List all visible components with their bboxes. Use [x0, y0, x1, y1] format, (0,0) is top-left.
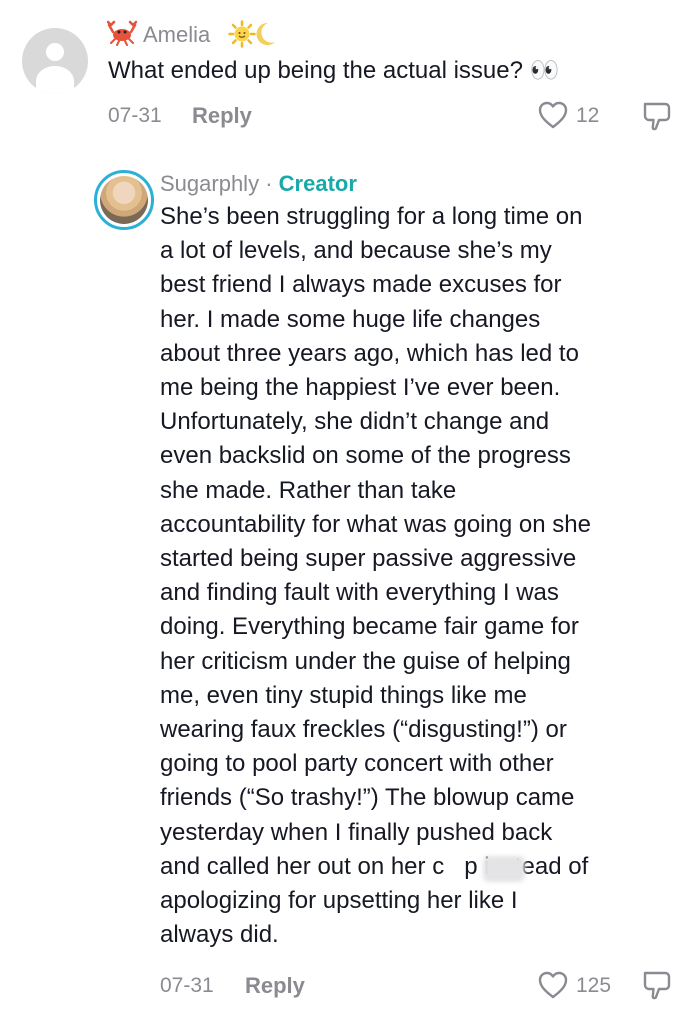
dislike-icon[interactable]: [641, 968, 673, 1002]
avatar-body-shape: [36, 66, 74, 94]
comment-username[interactable]: Amelia: [143, 22, 210, 48]
heart-icon[interactable]: [537, 970, 569, 1000]
reply-button[interactable]: Reply: [245, 973, 305, 999]
reply-text-line: always did.: [160, 921, 279, 949]
reply-text-line: started being super passive aggressive: [160, 545, 577, 573]
creator-badge: Creator: [278, 171, 357, 196]
reply-text-line: Unfortunately, she didn’t change and: [160, 408, 550, 436]
dislike-icon[interactable]: [641, 99, 673, 133]
censor-blur: [483, 856, 525, 882]
reply-text-line: me being the happiest I’ve ever been.: [160, 374, 561, 402]
reply-text-line: going to pool party concert with other: [160, 750, 554, 778]
reply-text-line: me, even tiny stupid things like me: [160, 681, 527, 709]
avatar[interactable]: [22, 28, 88, 94]
avatar-head-shape: [46, 43, 64, 61]
reply-text-line: her. I made some huge life changes: [160, 305, 541, 333]
sun-icon: [228, 20, 256, 48]
reply-text-line: She’s been struggling for a long time on: [160, 203, 583, 230]
creator-avatar[interactable]: [94, 170, 154, 230]
reply-username-line: Sugarphly · Creator: [160, 171, 357, 197]
reply-text-line: and finding fault with everything I was: [160, 579, 559, 607]
reply-text-line: about three years ago, which has led to: [160, 339, 579, 367]
reply-text-line: yesterday when I finally pushed back: [160, 818, 553, 846]
reply-button[interactable]: Reply: [192, 103, 252, 129]
reply-text-line: friends (“So trashy!”) The blowup came: [160, 784, 575, 812]
reply-text-line: even backslid on some of the progress: [160, 442, 571, 470]
reply-text-line: and called her out on her c p instead of: [160, 852, 589, 880]
reply-text-line: wearing faux freckles (“disgusting!”) or: [160, 716, 567, 744]
reply-text-line: doing. Everything became fair game for: [160, 613, 579, 641]
reply-username[interactable]: Sugarphly: [160, 171, 259, 196]
like-count: 12: [576, 104, 600, 127]
reply-text-line: best friend I always made excuses for: [160, 271, 562, 299]
reply-date: 07-31: [160, 974, 214, 997]
comment-date: 07-31: [108, 104, 162, 127]
reply-text-line: apologizing for upsetting her like I: [160, 887, 518, 915]
creator-avatar-photo: [100, 176, 148, 224]
username-separator: ·: [265, 171, 273, 196]
reply-text: She’s been struggling for a long time on…: [160, 200, 695, 952]
moon-icon: [256, 22, 275, 45]
reply-text-line: a lot of levels, and because she’s my: [160, 237, 552, 265]
heart-icon[interactable]: [537, 100, 569, 130]
like-count: 125: [576, 974, 612, 997]
reply-text-line: she made. Rather than take: [160, 476, 457, 504]
reply-text-line: accountability for what was going on she: [160, 510, 591, 538]
crab-icon: [107, 20, 137, 46]
comment-text: What ended up being the actual issue? 👀: [108, 57, 560, 84]
reply-text-line: her criticism under the guise of helping: [160, 647, 571, 675]
